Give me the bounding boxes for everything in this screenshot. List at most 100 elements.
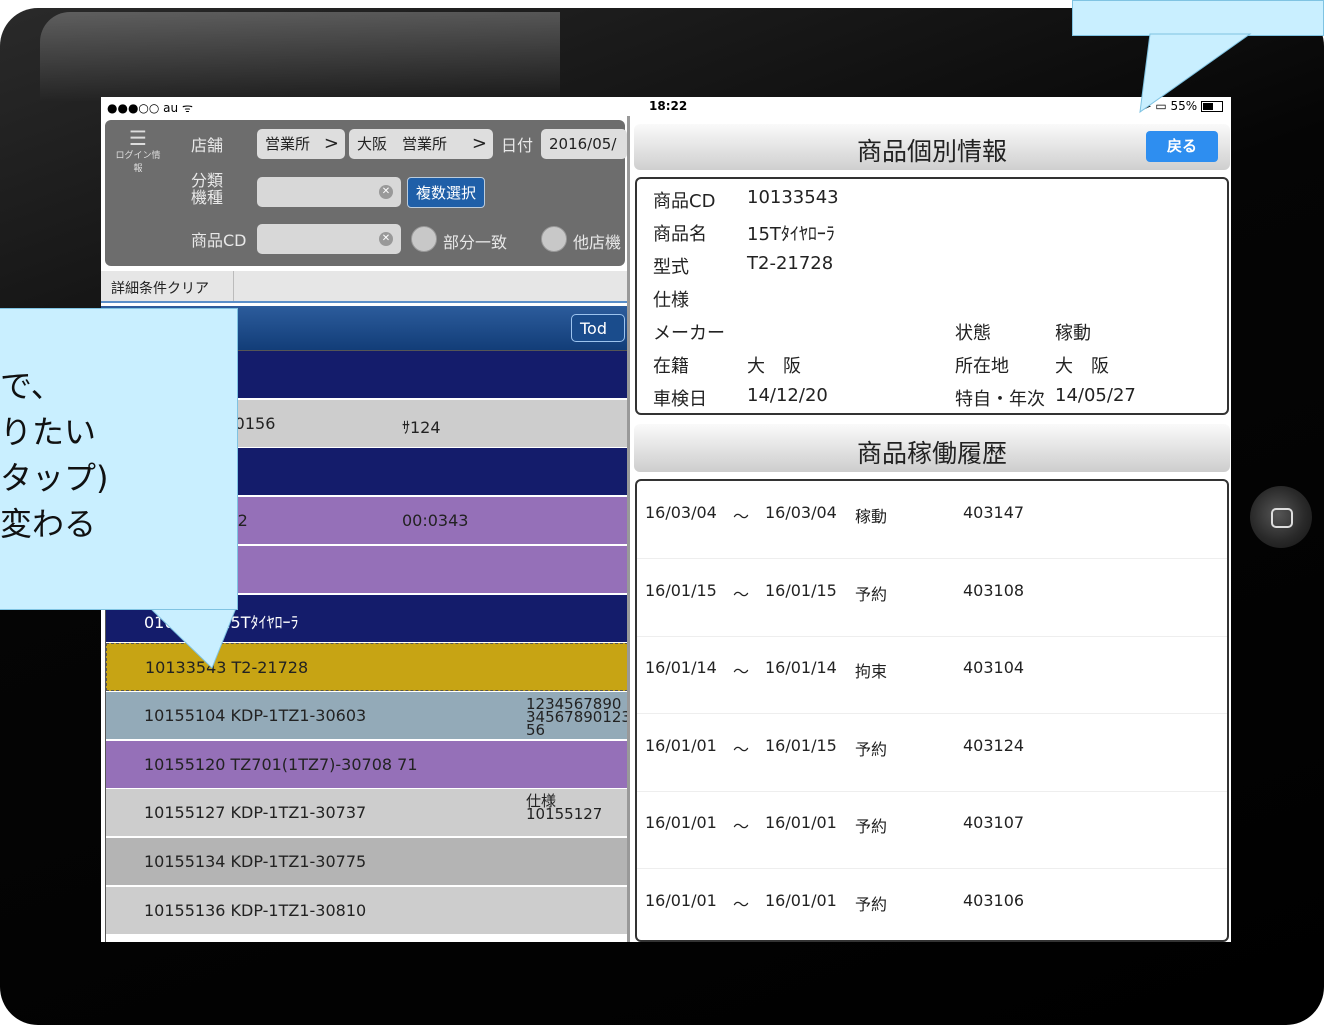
history-type: 予約 bbox=[855, 894, 888, 914]
airplay-icon: ▭ bbox=[1155, 99, 1167, 113]
battery-percent: 55% bbox=[1170, 99, 1198, 113]
history-row[interactable]: 16/01/01 〜 16/01/15 予約 403124 bbox=[637, 714, 1227, 792]
menu-button[interactable]: ☰ ログイン情報 bbox=[113, 128, 163, 174]
home-square-icon bbox=[1271, 508, 1293, 528]
product-cd-label: 商品CD bbox=[653, 191, 716, 212]
history-type: 予約 bbox=[855, 739, 888, 759]
store-select[interactable]: 営業所 > bbox=[257, 129, 345, 159]
list-item-text: 10133543 T2-21728 bbox=[145, 658, 309, 678]
clear-icon[interactable]: ✕ bbox=[379, 232, 393, 246]
divider bbox=[233, 271, 234, 301]
list-item[interactable]: 10133543 T2-21728 bbox=[106, 643, 628, 692]
today-button[interactable]: Tod bbox=[571, 314, 625, 342]
category-input[interactable]: ✕ bbox=[257, 177, 401, 207]
maker-label: メーカー bbox=[653, 323, 725, 344]
branch-value: 大阪 営業所 bbox=[357, 135, 448, 153]
spec-label: 仕様 bbox=[653, 290, 689, 311]
partial-match-label: 部分一致 bbox=[443, 233, 508, 252]
state-value: 稼動 bbox=[1055, 323, 1091, 344]
stock-label: 在籍 bbox=[653, 356, 689, 377]
category-label: 分類 機種 bbox=[191, 172, 223, 206]
history-title: 商品稼働履歴 bbox=[856, 439, 1007, 468]
branch-select[interactable]: 大阪 営業所 > bbox=[349, 129, 493, 159]
history-row[interactable]: 16/03/04 〜 16/03/04 稼動 403147 bbox=[637, 481, 1227, 559]
history-to: 16/01/01 bbox=[765, 890, 837, 910]
history-from: 16/01/01 bbox=[645, 890, 717, 910]
chevron-right-icon: > bbox=[323, 133, 339, 154]
inspection-value: 14/12/20 bbox=[747, 385, 828, 406]
carrier-signal: ●●●○○ au ᯤ bbox=[107, 101, 193, 115]
list-item-extra: ｻ124 bbox=[402, 417, 441, 437]
history-sep: 〜 bbox=[733, 584, 750, 604]
list-item[interactable]: 10155120 TZ701(1TZ7)-30708 71 bbox=[106, 740, 628, 789]
history-from: 16/01/01 bbox=[645, 813, 717, 832]
other-store-radio[interactable] bbox=[541, 226, 567, 252]
back-button[interactable]: 戻る bbox=[1146, 131, 1218, 162]
history-sep: 〜 bbox=[733, 739, 750, 759]
list-item-extra: 00:0343 bbox=[402, 511, 469, 531]
history-titlebar: 商品稼働履歴 bbox=[634, 424, 1230, 472]
list-item-text: 10155134 KDP-1TZ1-30775 bbox=[144, 852, 367, 871]
other-store-label: 他店機 bbox=[573, 233, 622, 252]
home-button[interactable] bbox=[1250, 486, 1312, 548]
annual-value: 14/05/27 bbox=[1055, 385, 1136, 406]
history-sep: 〜 bbox=[733, 817, 750, 836]
location-value: 大 阪 bbox=[1055, 356, 1109, 377]
history-from: 16/03/04 bbox=[645, 503, 717, 522]
multi-select-button[interactable]: 複数選択 bbox=[407, 177, 485, 208]
callout-left: で、 りたい タップ) 変わる bbox=[0, 308, 238, 610]
list-item[interactable]: 10155127 KDP-1TZ1-30737 仕様 10155127 bbox=[106, 789, 628, 838]
history-type: 予約 bbox=[855, 584, 888, 604]
history-from: 16/01/01 bbox=[645, 735, 717, 755]
stock-value: 大 阪 bbox=[747, 356, 801, 377]
clear-icon[interactable]: ✕ bbox=[379, 185, 393, 199]
list-item-text: 10155127 KDP-1TZ1-30737 bbox=[144, 803, 367, 823]
list-item[interactable]: 10155134 KDP-1TZ1-30775 bbox=[106, 838, 628, 886]
store-label: 店舗 bbox=[191, 136, 224, 155]
history-no: 403124 bbox=[963, 735, 1025, 755]
battery-icon bbox=[1201, 101, 1223, 112]
history-row[interactable]: 16/01/15 〜 16/01/15 予約 403108 bbox=[637, 559, 1227, 637]
list-item[interactable]: 10155136 KDP-1TZ1-30810 bbox=[106, 886, 628, 935]
clear-conditions-button[interactable]: 詳細条件クリア bbox=[111, 278, 209, 298]
product-cd-input[interactable]: ✕ bbox=[257, 224, 401, 254]
detail-panel: 商品個別情報 戻る 商品CD 10133543 商品名 15Tﾀｲﾔﾛｰﾗ 型式… bbox=[627, 116, 1231, 942]
history-row[interactable]: 16/01/01 〜 16/01/01 予約 403106 bbox=[637, 869, 1227, 943]
history-to: 16/01/14 bbox=[765, 658, 837, 677]
history-type: 予約 bbox=[855, 817, 888, 836]
history-row[interactable]: 16/01/01 〜 16/01/01 予約 403107 bbox=[637, 791, 1227, 869]
history-no: 403107 bbox=[963, 813, 1025, 832]
state-label: 状態 bbox=[955, 323, 991, 344]
list-item-text: 10155136 KDP-1TZ1-30810 bbox=[144, 900, 367, 920]
history-no: 403108 bbox=[963, 580, 1025, 600]
list-item-text: 0101500 15Tﾀｲﾔﾛｰﾗ bbox=[144, 612, 299, 632]
model-label: 型式 bbox=[653, 257, 689, 278]
history-from: 16/01/14 bbox=[645, 658, 717, 677]
date-input[interactable]: 2016/05/ bbox=[541, 129, 627, 159]
history-to: 16/01/01 bbox=[765, 813, 837, 832]
history-row[interactable]: 16/01/14 〜 16/01/14 拘束 403104 bbox=[637, 636, 1227, 714]
category-label-2: 機種 bbox=[191, 188, 224, 207]
list-item-text: 10155104 KDP-1TZ1-30603 bbox=[144, 705, 367, 725]
history-to: 16/01/15 bbox=[765, 735, 837, 755]
callout-line-4: 変わる bbox=[0, 505, 97, 543]
history-to: 16/03/04 bbox=[765, 503, 837, 522]
status-bar: ●●●○○ au ᯤ 18:22 ➤ ▭ 55% bbox=[101, 97, 1231, 116]
detail-titlebar: 商品個別情報 戻る bbox=[634, 124, 1230, 170]
list-item-text: 10155120 TZ701(1TZ7)-30708 71 bbox=[144, 754, 418, 774]
date-value: 2016/05/ bbox=[549, 135, 617, 153]
list-item[interactable]: 10155104 KDP-1TZ1-30603 1234567890 345678… bbox=[106, 691, 628, 740]
status-right: ➤ ▭ 55% bbox=[1141, 99, 1223, 113]
partial-match-radio[interactable] bbox=[411, 226, 437, 252]
product-name-label: 商品名 bbox=[653, 224, 707, 245]
history-sep: 〜 bbox=[733, 662, 750, 681]
history-sep: 〜 bbox=[733, 507, 750, 526]
product-name-value: 15Tﾀｲﾔﾛｰﾗ bbox=[747, 224, 835, 245]
category-label-1: 分類 bbox=[191, 171, 224, 190]
list-item-note: 仕様 10155127 bbox=[526, 792, 603, 824]
product-cd-value: 10133543 bbox=[747, 187, 839, 208]
callout-line-3: タップ) bbox=[0, 459, 109, 497]
model-value: T2-21728 bbox=[747, 253, 834, 274]
chevron-right-icon: > bbox=[471, 133, 487, 154]
store-value: 営業所 bbox=[265, 135, 311, 153]
